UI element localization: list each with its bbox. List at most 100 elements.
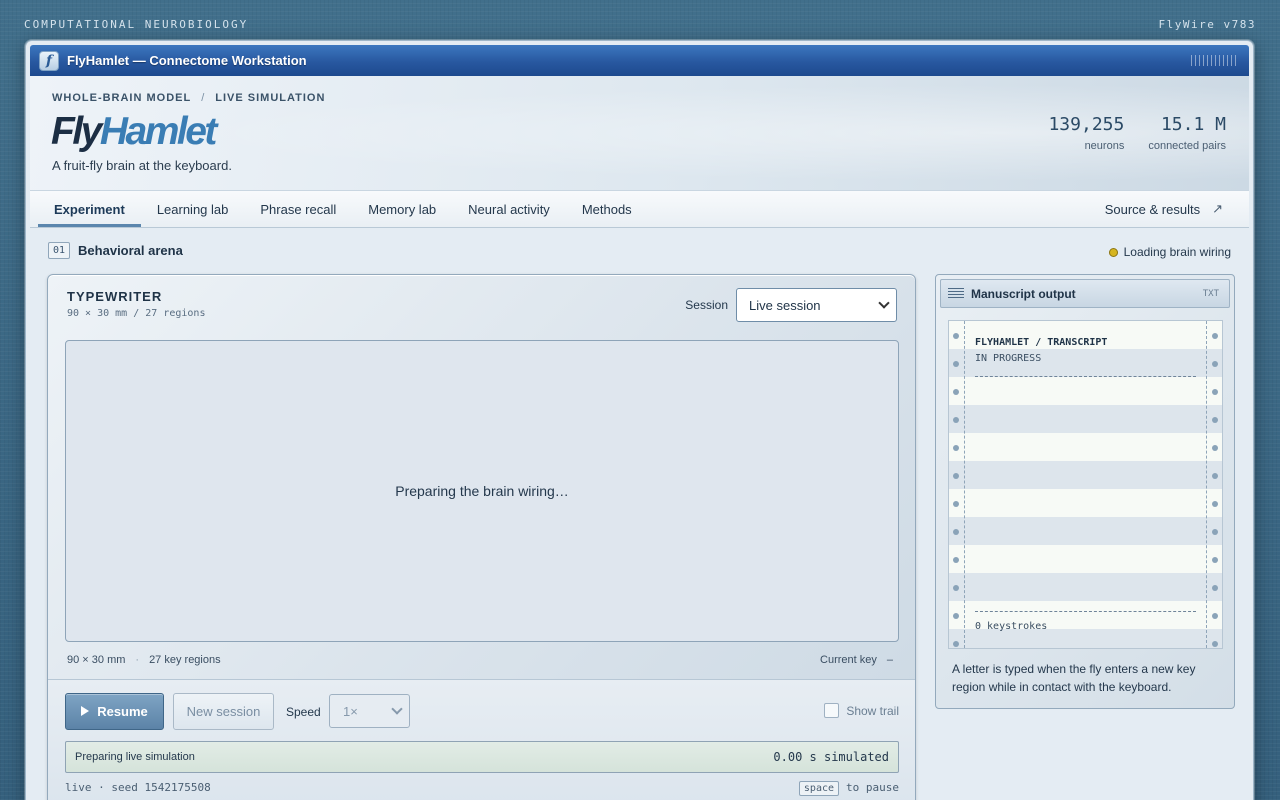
panel-subtitle: 90 × 30 mm / 27 regions bbox=[67, 308, 206, 319]
sprocket-hole-icon bbox=[953, 501, 959, 507]
show-trail-checkbox[interactable] bbox=[824, 703, 840, 718]
keyboard-hint-text: to pause bbox=[846, 781, 899, 794]
arena-canvas[interactable]: Preparing the brain wiring… bbox=[65, 340, 899, 642]
tab-phrase-recall[interactable]: Phrase recall bbox=[244, 191, 352, 227]
session-select-value: Live session bbox=[749, 297, 821, 313]
stat-value: 15.1 M bbox=[1160, 114, 1226, 135]
divider bbox=[975, 376, 1196, 377]
tagline: A fruit-fly brain at the keyboard. bbox=[52, 158, 232, 173]
loading-status: Loading brain wiring bbox=[1108, 245, 1231, 259]
sprocket-hole-icon bbox=[953, 361, 959, 367]
sprocket-hole-icon bbox=[953, 333, 959, 339]
transcript-status: IN PROGRESS bbox=[975, 353, 1042, 364]
main-tabs: Experiment Learning lab Phrase recall Me… bbox=[30, 190, 1249, 228]
breadcrumb-separator: / bbox=[201, 92, 206, 104]
controls-bar: Resume New session Speed 1× Show trail P… bbox=[48, 679, 915, 800]
transcript-paper: FLYHAMLET / TRANSCRIPT IN PROGRESS 0 key… bbox=[948, 320, 1223, 649]
app-window: f FlyHamlet — Connectome Workstation WHO… bbox=[25, 40, 1254, 800]
sprocket-hole-icon bbox=[1212, 389, 1218, 395]
sprocket-hole-icon bbox=[953, 585, 959, 591]
sprocket-hole-icon bbox=[953, 529, 959, 535]
brand-text-hamlet: Hamlet bbox=[99, 110, 218, 153]
tab-learning-lab[interactable]: Learning lab bbox=[141, 191, 245, 227]
window-title: FlyHamlet — Connectome Workstation bbox=[67, 53, 307, 68]
perforation-right bbox=[1206, 321, 1222, 648]
brand-logo: FlyHamlet bbox=[51, 110, 218, 154]
panel-title: TYPEWRITER bbox=[67, 289, 163, 304]
titlebar-grip-icon[interactable] bbox=[1191, 55, 1239, 66]
current-key-value: – bbox=[886, 654, 893, 666]
stats-panel: 139,255 neurons 15.1 M connected pairs bbox=[1048, 114, 1226, 152]
speed-select[interactable]: 1× bbox=[329, 694, 410, 728]
current-key: Current key – bbox=[820, 654, 893, 666]
sprocket-hole-icon bbox=[1212, 557, 1218, 563]
manuscript-note: A letter is typed when the fly enters a … bbox=[952, 662, 1196, 694]
arena-meta: 90 × 30 mm · 27 key regions bbox=[67, 654, 221, 666]
brand-text-fly: Fly bbox=[51, 110, 102, 153]
manuscript-panel: Manuscript output TXT FLYHAMLET / TRANSC… bbox=[935, 274, 1235, 709]
perforation-left bbox=[949, 321, 965, 648]
section-header: 01 Behavioral arena bbox=[48, 242, 183, 259]
document-lines-icon bbox=[948, 287, 964, 300]
sprocket-hole-icon bbox=[953, 389, 959, 395]
meta-separator: · bbox=[135, 654, 140, 666]
resume-button[interactable]: Resume bbox=[65, 693, 164, 730]
tab-methods[interactable]: Methods bbox=[566, 191, 648, 227]
sprocket-hole-icon bbox=[953, 417, 959, 423]
window-titlebar[interactable]: f FlyHamlet — Connectome Workstation bbox=[30, 45, 1249, 76]
version-caption: FlyWire v783 bbox=[1158, 17, 1256, 31]
hero-header: WHOLE-BRAIN MODEL / LIVE SIMULATION FlyH… bbox=[30, 76, 1249, 190]
simulated-time: 0.00 s simulated bbox=[773, 750, 889, 764]
stat-connected-pairs: 15.1 M connected pairs bbox=[1148, 114, 1226, 152]
keyboard-hint: space to pause bbox=[798, 781, 899, 796]
controls-footer: live · seed 1542175508 space to pause bbox=[65, 781, 899, 796]
loading-status-text: Loading brain wiring bbox=[1123, 245, 1231, 259]
sprocket-hole-icon bbox=[953, 641, 959, 647]
current-key-label: Current key bbox=[820, 654, 877, 666]
status-message: Preparing live simulation bbox=[75, 751, 195, 763]
app-logo-icon: f bbox=[39, 50, 59, 71]
resume-label: Resume bbox=[97, 704, 148, 719]
new-session-button[interactable]: New session bbox=[173, 693, 274, 730]
canvas-message: Preparing the brain wiring… bbox=[395, 483, 569, 499]
section-number: 01 bbox=[48, 242, 71, 259]
stat-neurons: 139,255 neurons bbox=[1048, 114, 1124, 152]
tab-memory-lab[interactable]: Memory lab bbox=[352, 191, 452, 227]
tab-neural-activity[interactable]: Neural activity bbox=[452, 191, 566, 227]
sprocket-hole-icon bbox=[953, 557, 959, 563]
manuscript-title: Manuscript output bbox=[971, 286, 1076, 301]
sprocket-hole-icon bbox=[953, 473, 959, 479]
sprocket-hole-icon bbox=[1212, 445, 1218, 451]
speed-select-value: 1× bbox=[343, 703, 358, 719]
arena-regions: 27 key regions bbox=[149, 654, 221, 666]
manuscript-header: Manuscript output TXT bbox=[940, 279, 1230, 308]
sprocket-hole-icon bbox=[1212, 473, 1218, 479]
breadcrumb-item-model: WHOLE-BRAIN MODEL bbox=[52, 92, 192, 104]
chevron-down-icon bbox=[391, 703, 403, 715]
sprocket-hole-icon bbox=[953, 445, 959, 451]
divider bbox=[975, 611, 1196, 612]
session-select[interactable]: Live session bbox=[736, 288, 897, 322]
typewriter-panel: TYPEWRITER 90 × 30 mm / 27 regions Sessi… bbox=[47, 274, 916, 800]
space-key-badge: space bbox=[798, 781, 840, 796]
source-results-link[interactable]: Source & results ↗ bbox=[1105, 191, 1249, 227]
format-tag: TXT bbox=[1202, 288, 1219, 299]
discipline-caption: COMPUTATIONAL NEUROBIOLOGY bbox=[24, 17, 249, 31]
stat-value: 139,255 bbox=[1048, 114, 1125, 135]
show-trail-toggle[interactable]: Show trail bbox=[824, 703, 899, 718]
stat-label: connected pairs bbox=[1148, 140, 1226, 152]
source-results-label: Source & results bbox=[1104, 201, 1201, 217]
keystroke-count: 0 keystrokes bbox=[975, 621, 1048, 632]
sprocket-hole-icon bbox=[1212, 529, 1218, 535]
arena-size: 90 × 30 mm bbox=[67, 654, 126, 666]
play-icon bbox=[81, 705, 90, 716]
session-label: Session bbox=[685, 298, 728, 312]
section-title: Behavioral arena bbox=[78, 243, 183, 258]
sprocket-hole-icon bbox=[1212, 333, 1218, 339]
top-caption-bar: COMPUTATIONAL NEUROBIOLOGY FlyWire v783 bbox=[24, 17, 1256, 31]
sprocket-hole-icon bbox=[953, 613, 959, 619]
sprocket-hole-icon bbox=[1212, 585, 1218, 591]
tab-experiment[interactable]: Experiment bbox=[38, 191, 141, 227]
status-dot-icon bbox=[1108, 247, 1118, 257]
show-trail-label: Show trail bbox=[846, 703, 899, 718]
